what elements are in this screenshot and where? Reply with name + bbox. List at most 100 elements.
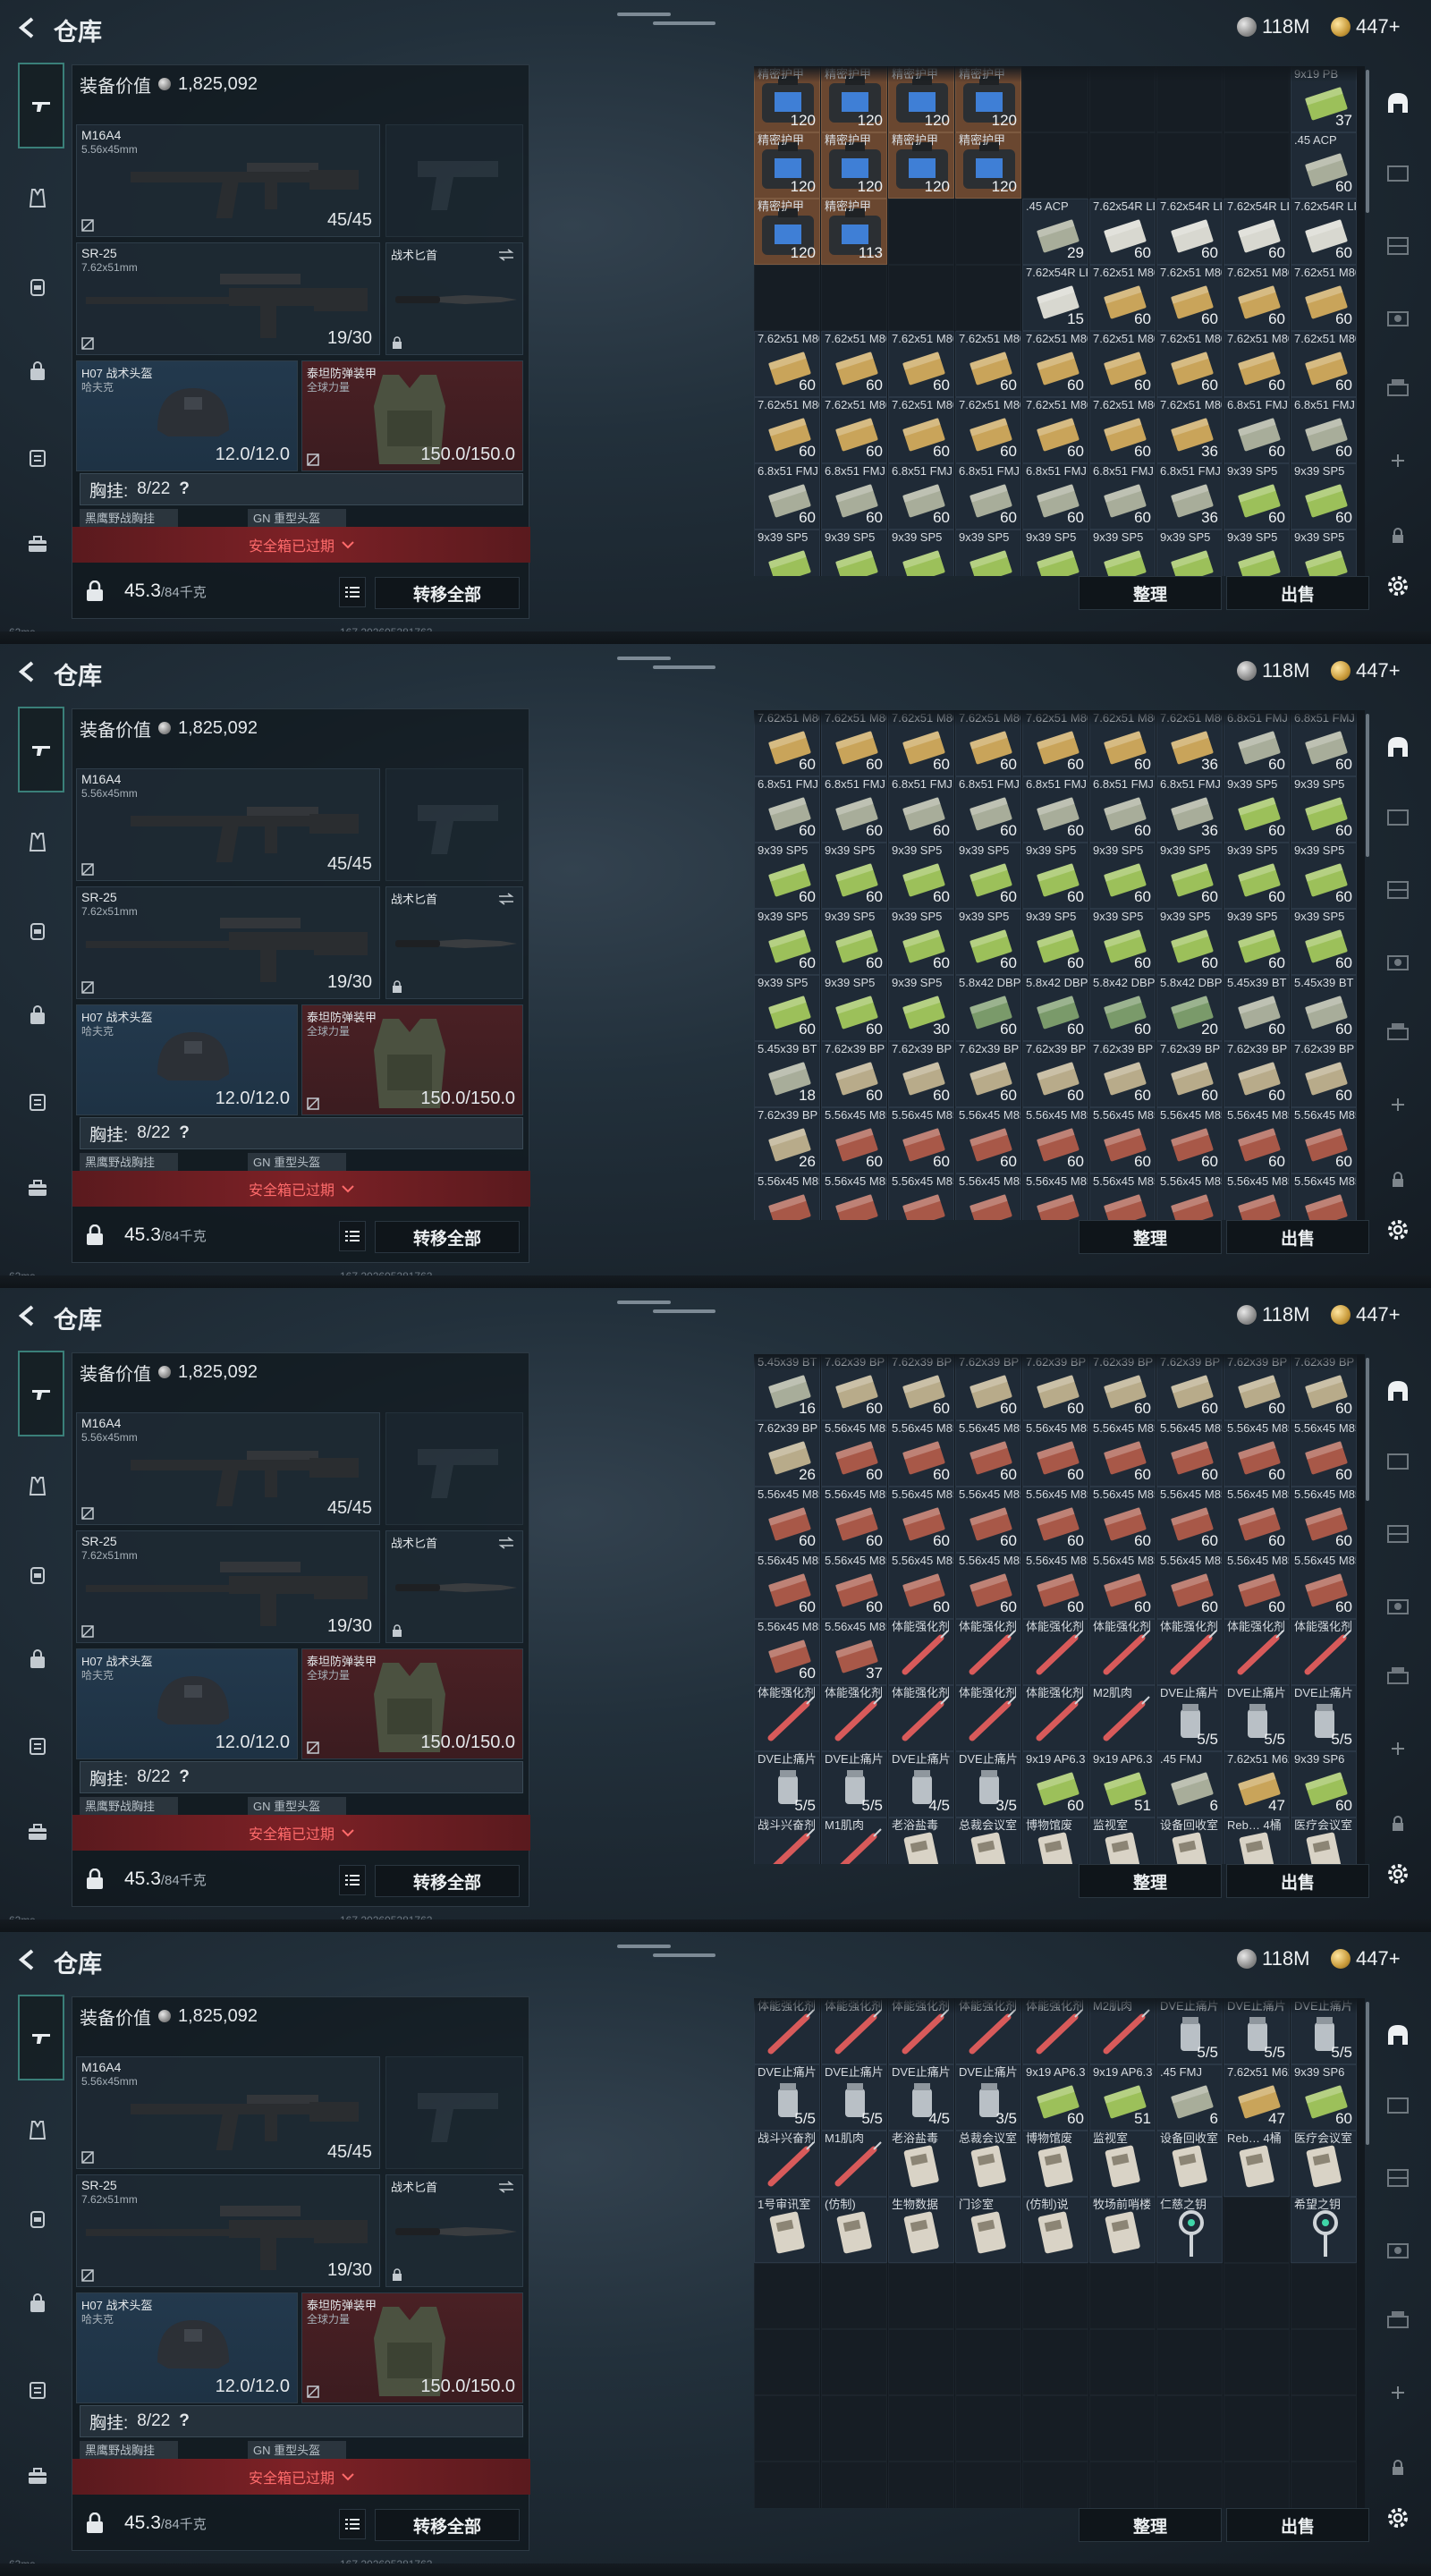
- stash-empty-slot[interactable]: [1089, 132, 1156, 199]
- stash-item[interactable]: 5.56x45 M855A1 60: [955, 1487, 1021, 1553]
- stash-item[interactable]: 5.56x45 M855A1 60: [1156, 1107, 1223, 1174]
- stash-item[interactable]: 精密护甲 113: [821, 199, 887, 265]
- stash-item[interactable]: 6.8x51 FMJ 60: [821, 776, 887, 843]
- stash-item[interactable]: 体能强化剂: [955, 1685, 1021, 1751]
- melee-slot[interactable]: 战术匕首: [385, 242, 523, 355]
- stash-item[interactable]: 9x39 SP5 60: [1022, 909, 1088, 975]
- stash-item[interactable]: 希望之钥: [1291, 2197, 1357, 2263]
- rail-gun[interactable]: [18, 1351, 64, 1436]
- list-view-button[interactable]: [339, 577, 366, 607]
- stash-item[interactable]: (仿制): [821, 2197, 887, 2263]
- stash-grid[interactable]: 5.45x39 BT167.62x39 BP607.62x39 BP607.62…: [754, 1354, 1365, 1864]
- stash-lock-button[interactable]: [1379, 517, 1417, 555]
- stash-item[interactable]: 9x39 SP5 60: [1089, 843, 1156, 909]
- stash-item[interactable]: 6.8x51 FMJ 60: [888, 776, 954, 843]
- stash-item[interactable]: 5.56x45 M855A1 60: [1022, 1420, 1088, 1487]
- helmet-slot[interactable]: H07 战术头盔 哈夫克 12.0/12.0: [76, 1004, 298, 1115]
- stash-item[interactable]: 7.62x39 BP 60: [888, 1041, 954, 1107]
- currency-gold[interactable]: 447+: [1331, 1947, 1401, 1970]
- stash-item[interactable]: 9x39 SP5 60: [955, 843, 1021, 909]
- secure-container-expired-banner[interactable]: 安全箱已过期: [72, 2459, 530, 2495]
- stash-empty-slot[interactable]: [821, 2462, 887, 2508]
- stash-item[interactable]: 体能强化剂: [821, 1685, 887, 1751]
- stash-item[interactable]: 7.62x39 BP 26: [754, 1107, 820, 1174]
- secondary-weapon-slot[interactable]: SR-25 7.62x51mm 19/30: [76, 242, 380, 355]
- primary-weapon-slot[interactable]: M16A4 5.56x45mm 45/45: [76, 768, 380, 881]
- transfer-all-button[interactable]: 转移全部: [375, 2509, 520, 2541]
- chest-rig-item[interactable]: 黑鹰野战胸挂: [80, 1797, 178, 1817]
- stash-item[interactable]: 5.56x45 M855A1 60: [1089, 1107, 1156, 1174]
- swap-icon[interactable]: [497, 249, 515, 261]
- stash-item[interactable]: 精密护甲 120: [821, 132, 887, 199]
- pistol-slot[interactable]: [385, 2056, 523, 2169]
- back-icon[interactable]: [16, 660, 39, 683]
- swap-icon[interactable]: [497, 2181, 515, 2193]
- stash-item[interactable]: 9x19 AP6.3 51: [1089, 1751, 1156, 1818]
- stash-item[interactable]: 体能强化剂: [1156, 1619, 1223, 1685]
- stash-empty-slot[interactable]: [888, 265, 954, 331]
- chest-rig-item[interactable]: 黑鹰野战胸挂: [80, 1153, 178, 1173]
- rail-case[interactable]: [20, 1728, 55, 1764]
- stash-item[interactable]: 9x39 SP5 60: [754, 975, 820, 1041]
- stash-item[interactable]: 5.8x42 DBP10 60: [955, 975, 1021, 1041]
- stash-item[interactable]: 5.45x39 BT 60: [1224, 975, 1290, 1041]
- stash-item[interactable]: 7.62x54R LPS 60: [1156, 199, 1223, 265]
- help-icon[interactable]: ?: [179, 479, 190, 499]
- stash-item[interactable]: 5.8x42 DBP10 60: [1022, 975, 1088, 1041]
- stash-item[interactable]: 体能强化剂: [1089, 1619, 1156, 1685]
- stash-item[interactable]: 5.56x45 M855A1 60: [754, 1487, 820, 1553]
- stash-item[interactable]: 6.8x51 FMJ 60: [1089, 776, 1156, 843]
- stash-tab-3[interactable]: [1379, 1515, 1417, 1553]
- stash-item[interactable]: 7.62x54R LPS 60: [1089, 199, 1156, 265]
- stash-item[interactable]: 6.8x51 FMJ 60: [1089, 463, 1156, 530]
- pistol-slot[interactable]: [385, 124, 523, 237]
- stash-item[interactable]: 7.62x51 M80 60: [888, 397, 954, 463]
- stash-empty-slot[interactable]: [1291, 2462, 1357, 2508]
- stash-item[interactable]: 9x39 SP5 60: [1224, 776, 1290, 843]
- stash-item[interactable]: DVE止痛片 5/5: [821, 1751, 887, 1818]
- stash-tab-3[interactable]: [1379, 871, 1417, 909]
- stash-item[interactable]: 7.62x51 M80 60: [1224, 265, 1290, 331]
- currency-gold[interactable]: 447+: [1331, 659, 1401, 682]
- rail-gun[interactable]: [18, 63, 64, 148]
- stash-item[interactable]: 5.56x45 M855A1 60: [1291, 1420, 1357, 1487]
- stash-empty-slot[interactable]: [1224, 2197, 1290, 2263]
- helmet-slot[interactable]: H07 战术头盔 哈夫克 12.0/12.0: [76, 2292, 298, 2403]
- stash-item[interactable]: 9x39 SP5 60: [888, 843, 954, 909]
- stash-item[interactable]: 7.62x39 BP 60: [1156, 1041, 1223, 1107]
- stash-item[interactable]: 6.8x51 FMJ 60: [821, 463, 887, 530]
- stash-item[interactable]: 1号审讯室: [754, 2197, 820, 2263]
- stash-item[interactable]: 5.8x42 DBP10 20: [1156, 975, 1223, 1041]
- stash-item[interactable]: 总裁会议室: [955, 2131, 1021, 2197]
- heavy-helmet-item[interactable]: GN 重型头盔: [248, 509, 346, 529]
- stash-tab-5[interactable]: [1379, 1014, 1417, 1052]
- stash-item[interactable]: 7.62x51 M80 60: [821, 397, 887, 463]
- stash-item[interactable]: 6.8x51 FMJ 60: [1291, 397, 1357, 463]
- stash-item[interactable]: 监视室: [1089, 2131, 1156, 2197]
- stash-item[interactable]: 9x39 SP5: [1224, 530, 1290, 576]
- stash-item[interactable]: 7.62x39 BP 26: [754, 1420, 820, 1487]
- stash-empty-slot[interactable]: [1156, 2329, 1223, 2395]
- stash-item[interactable]: 7.62x51 M80 60: [955, 331, 1021, 397]
- stash-item[interactable]: 7.62x51 M80 60: [821, 331, 887, 397]
- currency-silver[interactable]: 118M: [1237, 1303, 1309, 1326]
- stash-item[interactable]: 5.56x45 M855A1 60: [955, 1553, 1021, 1619]
- stash-item[interactable]: Reb… 4桶: [1224, 2131, 1290, 2197]
- stash-item[interactable]: 老浴盐毒: [888, 2131, 954, 2197]
- stash-scrollbar[interactable]: [1366, 1358, 1369, 1501]
- stash-item[interactable]: 体能强化剂: [888, 1685, 954, 1751]
- stash-empty-slot[interactable]: [1089, 2395, 1156, 2462]
- stash-empty-slot[interactable]: [955, 2329, 1021, 2395]
- stash-item[interactable]: 7.62x51 M62 47: [1224, 2064, 1290, 2131]
- stash-item[interactable]: 9x39 SP5 60: [1022, 843, 1088, 909]
- stash-item[interactable]: 精密护甲 120: [754, 132, 820, 199]
- stash-item[interactable]: 7.62x51 M80 60: [1089, 397, 1156, 463]
- stash-item[interactable]: 6.8x51 FMJ 60: [955, 463, 1021, 530]
- stash-item[interactable]: DVE止痛片 3/5: [955, 1751, 1021, 1818]
- secure-container-expired-banner[interactable]: 安全箱已过期: [72, 1815, 530, 1851]
- stash-tab-4[interactable]: [1379, 2231, 1417, 2268]
- rail-gun[interactable]: [18, 707, 64, 792]
- back-icon[interactable]: [16, 1948, 39, 1971]
- stash-item[interactable]: M1肌肉: [821, 1818, 887, 1864]
- stash-empty-slot[interactable]: [955, 199, 1021, 265]
